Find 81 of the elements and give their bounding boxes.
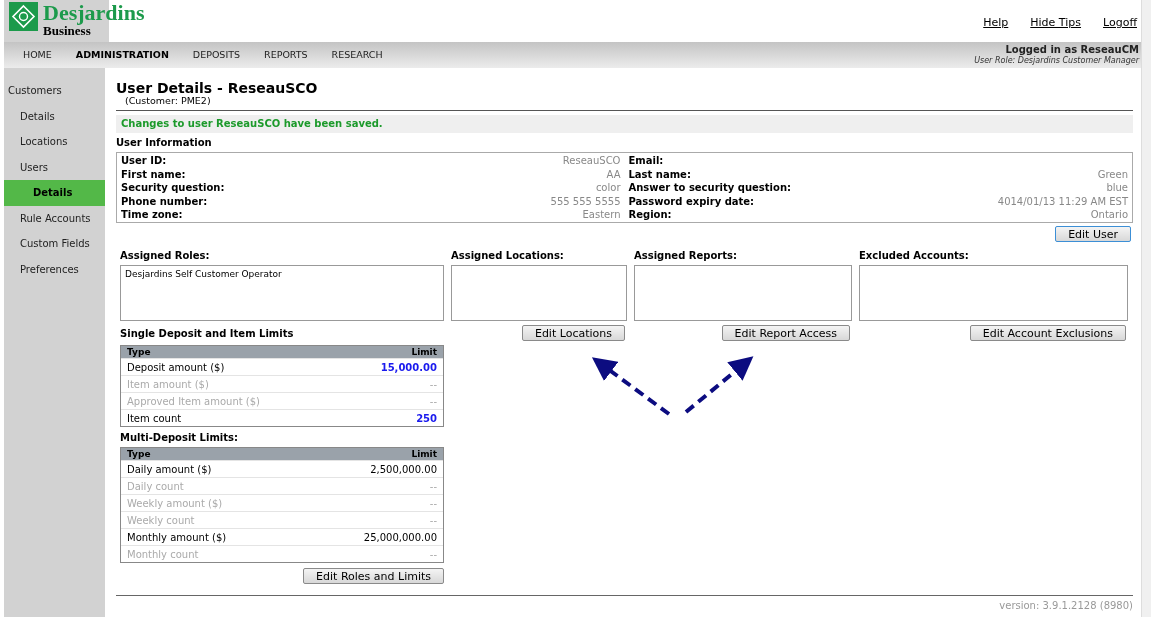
sidebar-item[interactable]: Users bbox=[4, 154, 105, 180]
header-link[interactable]: Hide Tips bbox=[1030, 15, 1082, 32]
field-value: blue bbox=[1106, 181, 1128, 196]
field-label: Password expiry date: bbox=[628, 194, 755, 209]
edit-user-button[interactable]: Edit User bbox=[1055, 226, 1131, 243]
table-cell-text: Deposit amount ($) bbox=[127, 360, 225, 375]
sidebar-item[interactable]: Preferences bbox=[4, 256, 105, 282]
nav-tab[interactable]: RESEARCH bbox=[331, 47, 383, 63]
edit-button[interactable]: Edit Report Access bbox=[721, 325, 850, 342]
nav-tab[interactable]: DEPOSITS bbox=[192, 47, 241, 63]
section-title: User Information bbox=[116, 135, 213, 150]
field-value: ReseauSCO bbox=[562, 154, 621, 169]
table-cell-text: Monthly amount ($) bbox=[127, 530, 227, 545]
table-cell-text: Monthly count bbox=[127, 547, 199, 562]
field-label: First name: bbox=[121, 167, 186, 182]
table-cell-text: Weekly count bbox=[127, 513, 195, 528]
table-cell-text: Daily count bbox=[127, 479, 184, 494]
table-cell-text: 250 bbox=[416, 411, 437, 426]
table-cell-text: 25,000,000.00 bbox=[363, 530, 437, 545]
sidebar-item[interactable]: Rule Accounts bbox=[4, 205, 105, 231]
table-cell-text: -- bbox=[429, 496, 437, 511]
field-value: 555 555 5555 bbox=[550, 194, 621, 209]
page-title: User Details - ReseauSCO bbox=[116, 81, 319, 95]
field-label: Email: bbox=[628, 154, 664, 169]
edit-roles-button[interactable]: Edit Roles and Limits bbox=[303, 568, 444, 585]
table-cell-text: Item count bbox=[127, 411, 182, 426]
section-heading: Assigned Reports: bbox=[634, 249, 738, 264]
table-cell-text: Daily amount ($) bbox=[127, 462, 212, 477]
table-cell-text: 15,000.00 bbox=[380, 360, 437, 375]
table-cell-text: Approved Item amount ($) bbox=[127, 394, 260, 409]
field-label: Security question: bbox=[121, 181, 225, 196]
field-label: Last name: bbox=[628, 167, 691, 182]
sidebar-item[interactable]: Details bbox=[4, 103, 105, 129]
field-value: color bbox=[595, 181, 621, 196]
field-value: 4014/01/13 11:29 AM EST bbox=[997, 194, 1128, 209]
table-cell-text: -- bbox=[429, 513, 437, 528]
table-cell-text: -- bbox=[429, 394, 437, 409]
field-label: Answer to security question: bbox=[628, 181, 791, 196]
field-value: Ontario bbox=[1090, 208, 1128, 223]
table-cell-text: -- bbox=[429, 479, 437, 494]
section-heading: Single Deposit and Item Limits bbox=[120, 327, 295, 342]
section-heading: Excluded Accounts: bbox=[859, 249, 970, 264]
page-subtitle: (Customer: PME2) bbox=[124, 95, 212, 107]
field-label: Phone number: bbox=[121, 194, 208, 209]
list-box[interactable]: Desjardins Self Customer Operator bbox=[120, 265, 444, 322]
brand-subtitle: Business bbox=[43, 24, 91, 37]
section-heading: Multi-Deposit Limits: bbox=[120, 431, 239, 446]
nav-tab[interactable]: ADMINISTRATION bbox=[75, 47, 169, 63]
edit-button[interactable]: Edit Account Exclusions bbox=[969, 325, 1126, 342]
column-header: Limit bbox=[411, 447, 437, 461]
column-header: Limit bbox=[411, 345, 437, 359]
table-cell-text: Item amount ($) bbox=[127, 377, 209, 392]
field-value: Green bbox=[1097, 167, 1128, 182]
column-header: Type bbox=[127, 345, 151, 359]
nav-tab[interactable]: HOME bbox=[23, 47, 52, 63]
version-text: version: 3.9.1.2128 (8980) bbox=[999, 599, 1133, 614]
logged-in-text: Logged in as ReseauCM bbox=[1005, 43, 1139, 56]
success-message: Changes to user ReseauSCO have been saved. bbox=[116, 114, 1133, 133]
field-label: Time zone: bbox=[121, 208, 183, 223]
field-value: Eastern bbox=[582, 208, 621, 223]
section-heading: Assigned Locations: bbox=[451, 249, 565, 264]
header-link[interactable]: Help bbox=[983, 15, 1009, 32]
field-label: User ID: bbox=[121, 154, 167, 169]
column-header: Type bbox=[127, 447, 151, 461]
table-cell-text: -- bbox=[429, 547, 437, 562]
sidebar-item[interactable]: Locations bbox=[4, 129, 105, 155]
brand-name: Desjardins bbox=[43, 2, 145, 24]
header-link[interactable]: Logoff bbox=[1103, 15, 1137, 32]
list-item[interactable]: Desjardins Self Customer Operator bbox=[125, 268, 439, 282]
section-heading: Assigned Roles: bbox=[120, 249, 211, 264]
field-label: Region: bbox=[628, 208, 672, 223]
sidebar-item[interactable]: Custom Fields bbox=[4, 231, 105, 257]
user-role-text: User Role: Desjardins Customer Manager bbox=[974, 56, 1139, 67]
sidebar-item[interactable]: Details bbox=[4, 180, 105, 206]
table-cell-text: 2,500,000.00 bbox=[370, 462, 437, 477]
edit-button[interactable]: Edit Locations bbox=[521, 325, 625, 342]
field-value: AA bbox=[606, 167, 621, 182]
sidebar-item[interactable]: Customers bbox=[4, 78, 105, 104]
table-cell-text: -- bbox=[429, 377, 437, 392]
nav-tab[interactable]: REPORTS bbox=[264, 47, 308, 63]
table-cell-text: Weekly amount ($) bbox=[127, 496, 223, 511]
